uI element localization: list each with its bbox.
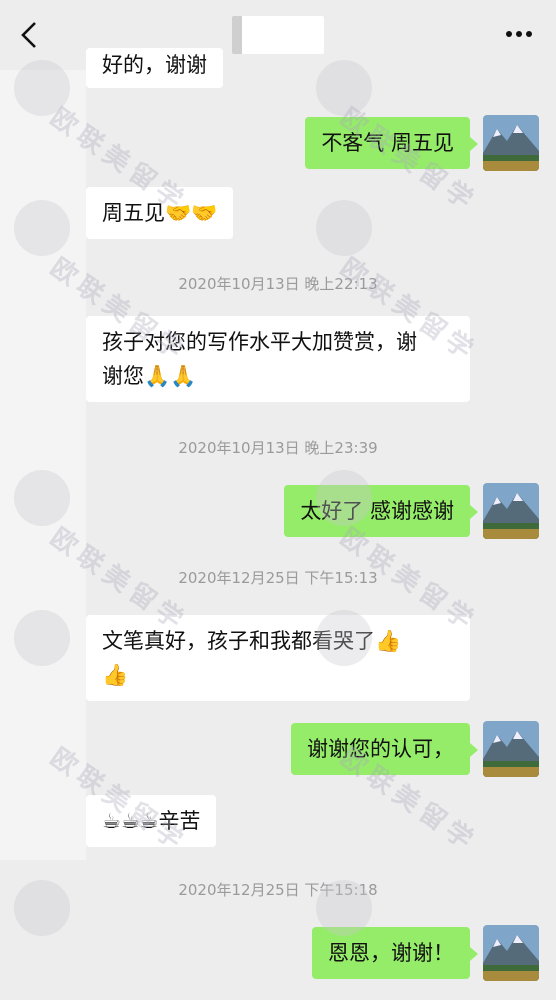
- message-outgoing[interactable]: 恩恩，谢谢！: [312, 927, 478, 979]
- my-avatar[interactable]: [483, 925, 539, 981]
- more-dots-icon: [506, 31, 532, 37]
- message-text: ☕☕☕辛苦: [102, 809, 201, 833]
- message-text: 恩恩，谢谢！: [328, 941, 454, 965]
- my-avatar[interactable]: [483, 483, 539, 539]
- message-outgoing[interactable]: 谢谢您的认可，: [291, 723, 478, 775]
- mountain-avatar-icon: [483, 115, 539, 171]
- message-text: 周五见🤝🤝: [102, 201, 218, 225]
- message-incoming[interactable]: 孩子对您的写作水平大加赞赏，谢 谢您🙏🙏: [86, 316, 470, 402]
- mountain-avatar-icon: [483, 483, 539, 539]
- message-incoming[interactable]: 好的，谢谢: [86, 48, 223, 88]
- message-incoming[interactable]: 周五见🤝🤝: [86, 187, 234, 239]
- timestamp: 2020年12月25日 下午15:13: [178, 569, 378, 587]
- my-avatar[interactable]: [483, 115, 539, 171]
- message-text: 不客气 周五见: [321, 131, 454, 155]
- message-text: 孩子对您的写作水平大加赞赏，谢 谢您🙏🙏: [102, 330, 417, 388]
- chevron-left-icon: [21, 22, 36, 48]
- back-button[interactable]: [14, 20, 44, 50]
- timestamp: 2020年10月13日 晚上22:13: [178, 275, 378, 293]
- message-text: 谢谢您的认可，: [307, 737, 454, 761]
- message-outgoing[interactable]: 不客气 周五见: [305, 117, 478, 169]
- my-avatar[interactable]: [483, 721, 539, 777]
- message-incoming[interactable]: ☕☕☕辛苦: [86, 795, 217, 847]
- message-text: 太好了 感谢感谢: [300, 499, 454, 523]
- timestamp: 2020年12月25日 下午15:18: [178, 881, 378, 899]
- contact-name-redacted: [232, 16, 324, 54]
- message-text: 好的，谢谢: [102, 53, 207, 77]
- timestamp: 2020年10月13日 晚上23:39: [178, 439, 378, 457]
- message-text: 文笔真好，孩子和我都看哭了👍 👍: [102, 629, 402, 687]
- message-list[interactable]: 好的，谢谢 不客气 周五见 周五见🤝🤝 2020年10月13日 晚上22:13 …: [0, 48, 556, 1000]
- mountain-avatar-icon: [483, 925, 539, 981]
- more-button[interactable]: [504, 24, 534, 44]
- message-outgoing[interactable]: 太好了 感谢感谢: [284, 485, 478, 537]
- message-incoming[interactable]: 文笔真好，孩子和我都看哭了👍 👍: [86, 615, 470, 701]
- mountain-avatar-icon: [483, 721, 539, 777]
